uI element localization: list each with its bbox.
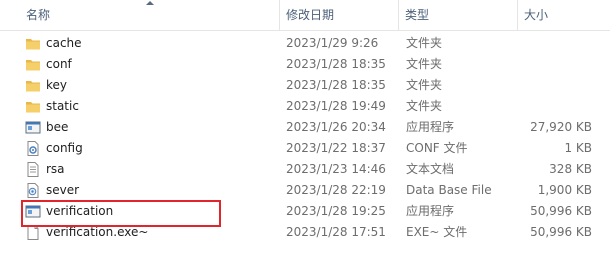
file-type: 文件夹 xyxy=(406,57,443,71)
file-size: 50,996 KB xyxy=(530,225,592,239)
red-highlight-box xyxy=(21,200,221,227)
file-size: 1,900 KB xyxy=(537,183,592,197)
file-row-sever[interactable]: sever 2023/1/28 22:19 Data Base File 1,9… xyxy=(0,180,610,201)
folder-icon xyxy=(26,81,40,92)
file-size: 328 KB xyxy=(549,162,592,176)
column-header-size[interactable]: 大小 xyxy=(518,0,610,30)
file-date: 2023/1/22 18:37 xyxy=(286,141,386,155)
file-type: Data Base File xyxy=(406,183,492,197)
application-icon xyxy=(25,121,41,134)
conf-file-icon xyxy=(27,141,39,156)
file-name: sever xyxy=(46,183,80,197)
file-row-static[interactable]: static 2023/1/28 19:49 文件夹 xyxy=(0,96,610,117)
blank-file-icon xyxy=(27,225,39,240)
file-date: 2023/1/28 18:35 xyxy=(286,57,386,71)
file-date: 2023/1/28 19:49 xyxy=(286,99,386,113)
file-name: conf xyxy=(46,57,72,71)
file-row-cache[interactable]: cache 2023/1/29 9:26 文件夹 xyxy=(0,33,610,54)
column-header-type[interactable]: 类型 xyxy=(399,0,517,30)
file-date: 2023/1/23 14:46 xyxy=(286,162,386,176)
file-size: 1 KB xyxy=(564,141,592,155)
file-date: 2023/1/28 22:19 xyxy=(286,183,386,197)
file-type: 文件夹 xyxy=(406,36,443,50)
file-date: 2023/1/28 18:35 xyxy=(286,78,386,92)
column-header-name[interactable]: 名称 xyxy=(20,0,278,30)
file-row-bee[interactable]: bee 2023/1/26 20:34 应用程序 27,920 KB xyxy=(0,117,610,138)
file-row-config[interactable]: config 2023/1/22 18:37 CONF 文件 1 KB xyxy=(0,138,610,159)
text-document-icon xyxy=(27,162,39,177)
file-name: cache xyxy=(46,36,82,50)
file-date: 2023/1/28 17:51 xyxy=(286,225,386,239)
file-name: key xyxy=(46,78,68,92)
file-row-conf[interactable]: conf 2023/1/28 18:35 文件夹 xyxy=(0,54,610,75)
file-date: 2023/1/26 20:34 xyxy=(286,120,386,134)
file-type: 应用程序 xyxy=(406,204,455,218)
file-size: 27,920 KB xyxy=(530,120,592,134)
database-file-icon xyxy=(27,183,39,198)
file-row-key[interactable]: key 2023/1/28 18:35 文件夹 xyxy=(0,75,610,96)
file-type: 文本文档 xyxy=(406,162,455,176)
file-type: 应用程序 xyxy=(406,120,455,134)
file-size: 50,996 KB xyxy=(530,204,592,218)
file-name: bee xyxy=(46,120,69,134)
file-date: 2023/1/28 19:25 xyxy=(286,204,386,218)
file-row-rsa[interactable]: rsa 2023/1/23 14:46 文本文档 328 KB xyxy=(0,159,610,180)
folder-icon xyxy=(26,39,40,50)
file-type: 文件夹 xyxy=(406,99,443,113)
column-header-date[interactable]: 修改日期 xyxy=(280,0,398,30)
file-name: static xyxy=(46,99,79,113)
file-type: CONF 文件 xyxy=(406,141,468,155)
file-name: config xyxy=(46,141,83,155)
file-name: rsa xyxy=(46,162,65,176)
folder-icon xyxy=(26,102,40,113)
file-type: EXE~ 文件 xyxy=(406,225,468,239)
column-header-bar: 名称 修改日期 类型 大小 xyxy=(0,0,610,31)
folder-icon xyxy=(26,60,40,71)
file-date: 2023/1/29 9:26 xyxy=(286,36,379,50)
file-type: 文件夹 xyxy=(406,78,443,92)
